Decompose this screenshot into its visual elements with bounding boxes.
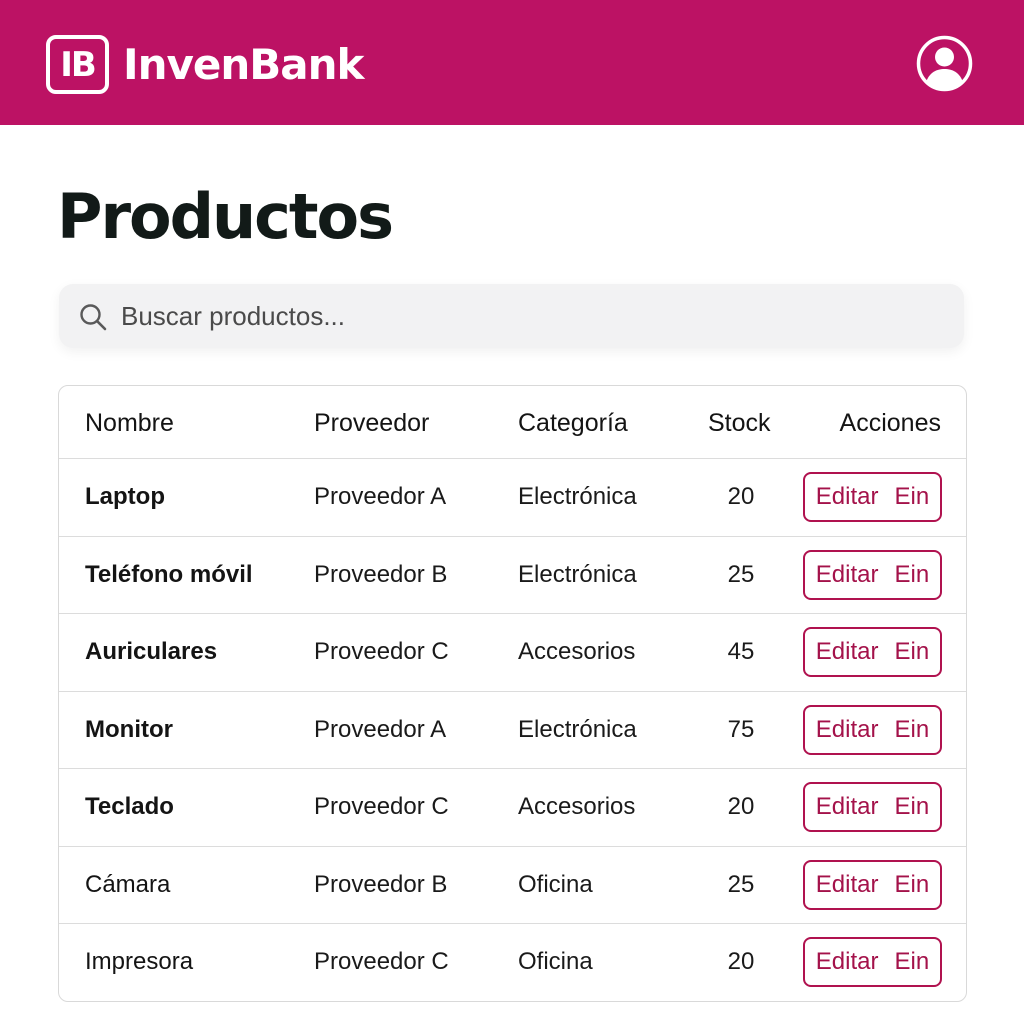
user-account-button[interactable] xyxy=(916,35,973,92)
product-category: Electrónica xyxy=(518,560,637,588)
product-stock: 25 xyxy=(727,870,755,898)
table-header: Nombre Proveedor Categoría Stock Accione… xyxy=(59,386,966,459)
row-actions-button[interactable]: Editar Ein xyxy=(803,627,942,677)
logo-mark: IB xyxy=(46,35,109,94)
product-category: Electrónica xyxy=(518,483,637,510)
product-name: Laptop xyxy=(85,483,165,510)
table-row: Monitor Proveedor A Electrónica 75 Edita… xyxy=(59,692,966,769)
product-supplier: Proveedor C xyxy=(314,638,449,665)
delete-action[interactable]: Ein xyxy=(895,483,930,511)
product-name: Monitor xyxy=(85,715,173,743)
table-row: Teclado Proveedor C Accesorios 20 Editar… xyxy=(59,769,966,847)
delete-action[interactable]: Ein xyxy=(895,871,930,899)
column-header-category[interactable]: Categoría xyxy=(518,409,628,437)
search-icon xyxy=(80,304,107,331)
product-category: Oficina xyxy=(518,948,593,975)
row-actions-button[interactable]: Editar Ein xyxy=(803,859,942,910)
row-actions-button[interactable]: Editar Ein xyxy=(803,472,942,522)
user-circle-icon xyxy=(916,35,973,92)
edit-action[interactable]: Editar xyxy=(816,871,879,899)
product-category: Accesorios xyxy=(518,793,636,820)
delete-action[interactable]: Ein xyxy=(895,716,930,744)
delete-action[interactable]: Ein xyxy=(895,948,930,976)
product-name: Impresora xyxy=(85,948,194,975)
product-stock: 20 xyxy=(727,483,755,510)
product-supplier: Proveedor B xyxy=(314,870,448,898)
row-actions-button[interactable]: Editar Ein xyxy=(803,782,942,832)
edit-action[interactable]: Editar xyxy=(816,948,879,976)
product-stock: 45 xyxy=(727,638,755,665)
table-row: Cámara Proveedor B Oficina 25 Editar Ein xyxy=(59,847,966,924)
product-name: Cámara xyxy=(85,870,171,898)
product-supplier: Proveedor B xyxy=(314,560,448,588)
row-actions-button[interactable]: Editar Ein xyxy=(803,549,942,600)
top-bar: IB InvenBank xyxy=(0,0,1024,125)
column-header-name[interactable]: Nombre xyxy=(85,409,174,437)
product-name: Teclado xyxy=(85,793,174,820)
table-row: Impresora Proveedor C Oficina 20 Editar … xyxy=(59,924,966,1001)
brand[interactable]: IB InvenBank xyxy=(46,35,364,94)
product-category: Oficina xyxy=(518,870,593,898)
product-category: Accesorios xyxy=(518,638,636,665)
edit-action[interactable]: Editar xyxy=(816,561,879,589)
delete-action[interactable]: Ein xyxy=(895,561,930,589)
edit-action[interactable]: Editar xyxy=(816,638,879,666)
row-actions-button[interactable]: Editar Ein xyxy=(803,704,942,755)
product-name: Auriculares xyxy=(85,638,218,665)
edit-action[interactable]: Editar xyxy=(816,793,879,821)
search-bar xyxy=(59,284,964,348)
table-row: Laptop Proveedor A Electrónica 20 Editar… xyxy=(59,459,966,537)
product-name: Teléfono móvil xyxy=(85,560,253,588)
table-row: Teléfono móvil Proveedor B Electrónica 2… xyxy=(59,537,966,614)
delete-action[interactable]: Ein xyxy=(895,793,930,821)
products-table: Nombre Proveedor Categoría Stock Accione… xyxy=(58,385,967,1002)
column-header-actions: Acciones xyxy=(839,409,941,437)
search-input[interactable] xyxy=(59,284,964,348)
delete-action[interactable]: Ein xyxy=(895,638,930,666)
product-category: Electrónica xyxy=(518,715,637,743)
app-name: InvenBank xyxy=(123,40,364,89)
product-supplier: Proveedor C xyxy=(314,793,449,820)
product-supplier: Proveedor A xyxy=(314,483,447,510)
product-supplier: Proveedor A xyxy=(314,715,447,743)
column-header-stock[interactable]: Stock xyxy=(708,409,771,437)
product-stock: 20 xyxy=(727,948,755,975)
product-stock: 75 xyxy=(727,715,755,743)
product-supplier: Proveedor C xyxy=(314,948,449,975)
column-header-supplier[interactable]: Proveedor xyxy=(314,409,429,437)
page-title: Productos xyxy=(57,180,394,253)
edit-action[interactable]: Editar xyxy=(816,716,879,744)
product-stock: 20 xyxy=(727,793,755,820)
table-row: Auriculares Proveedor C Accesorios 45 Ed… xyxy=(59,614,966,692)
row-actions-button[interactable]: Editar Ein xyxy=(803,937,942,987)
product-stock: 25 xyxy=(727,560,755,588)
edit-action[interactable]: Editar xyxy=(816,483,879,511)
